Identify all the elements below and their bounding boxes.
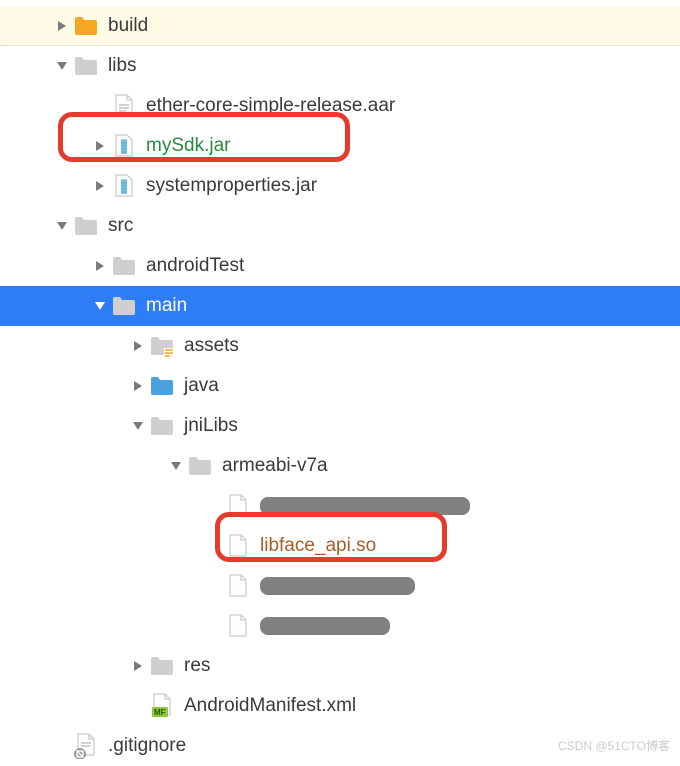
chevron-down-icon[interactable] (92, 299, 108, 313)
tree-item-res[interactable]: res (0, 646, 680, 686)
tree-item-java[interactable]: java (0, 366, 680, 406)
tree-item-src[interactable]: src (0, 206, 680, 246)
manifest-file-icon (150, 694, 174, 718)
tree-item-label: libs (108, 55, 137, 77)
folder-icon (74, 14, 98, 38)
chevron-down-icon[interactable] (130, 419, 146, 433)
tree-item-label: java (184, 375, 219, 397)
chevron-right-icon[interactable] (130, 379, 146, 393)
chevron-right-icon[interactable] (92, 179, 108, 193)
tree-item-label: jniLibs (184, 415, 238, 437)
tree-item-label: build (108, 15, 148, 37)
folder-icon (74, 214, 98, 238)
folder-icon (150, 654, 174, 678)
chevron-right-icon[interactable] (92, 259, 108, 273)
tree-item-jnilibs[interactable]: jniLibs (0, 406, 680, 446)
chevron-down-icon[interactable] (54, 219, 70, 233)
tree-item-so-file[interactable] (0, 486, 680, 526)
tree-item-label: androidTest (146, 255, 244, 277)
tree-item-systemproperties-jar[interactable]: systemproperties.jar (0, 166, 680, 206)
chevron-right-icon[interactable] (92, 139, 108, 153)
project-tree[interactable]: build libs ether-core-simple-release.aar… (0, 0, 680, 766)
tree-item-label: assets (184, 335, 239, 357)
jar-file-icon (112, 174, 136, 198)
watermark: CSDN @51CTO博客 (558, 737, 670, 754)
redacted-label (260, 617, 390, 635)
chevron-down-icon[interactable] (54, 59, 70, 73)
tree-item-label: mySdk.jar (146, 135, 230, 157)
tree-item-main[interactable]: main (0, 286, 680, 326)
tree-item-label: AndroidManifest.xml (184, 695, 356, 717)
tree-item-label: ether-core-simple-release.aar (146, 95, 395, 117)
chevron-right-icon[interactable] (130, 659, 146, 673)
tree-item-libface-api-so[interactable]: libface_api.so (0, 526, 680, 566)
redacted-label (260, 497, 470, 515)
tree-item-libs[interactable]: libs (0, 46, 680, 86)
file-icon (226, 614, 250, 638)
tree-item-label: main (146, 295, 187, 317)
file-icon (226, 534, 250, 558)
redacted-label (260, 577, 415, 595)
tree-item-build[interactable]: build (0, 6, 680, 46)
folder-icon (150, 334, 174, 358)
tree-item-label: armeabi-v7a (222, 455, 328, 477)
tree-item-label: .gitignore (108, 735, 186, 757)
folder-icon (188, 454, 212, 478)
folder-icon (150, 414, 174, 438)
file-icon (112, 94, 136, 118)
file-icon (226, 494, 250, 518)
tree-item-android-manifest[interactable]: AndroidManifest.xml (0, 686, 680, 726)
chevron-right-icon[interactable] (54, 19, 70, 33)
tree-item-so-file[interactable] (0, 606, 680, 646)
tree-item-assets[interactable]: assets (0, 326, 680, 366)
chevron-right-icon[interactable] (130, 339, 146, 353)
tree-item-label: res (184, 655, 210, 677)
tree-item-so-file[interactable] (0, 566, 680, 606)
tree-item-armeabi-v7a[interactable]: armeabi-v7a (0, 446, 680, 486)
tree-item-label: systemproperties.jar (146, 175, 317, 197)
file-icon (226, 574, 250, 598)
folder-icon (112, 294, 136, 318)
folder-icon (112, 254, 136, 278)
tree-item-label: src (108, 215, 133, 237)
gitignore-file-icon (74, 734, 98, 758)
folder-icon (150, 374, 174, 398)
tree-item-androidtest[interactable]: androidTest (0, 246, 680, 286)
tree-item-label: libface_api.so (260, 535, 376, 557)
jar-file-icon (112, 134, 136, 158)
tree-item-aar[interactable]: ether-core-simple-release.aar (0, 86, 680, 126)
folder-icon (74, 54, 98, 78)
chevron-down-icon[interactable] (168, 459, 184, 473)
tree-item-mysdk-jar[interactable]: mySdk.jar (0, 126, 680, 166)
